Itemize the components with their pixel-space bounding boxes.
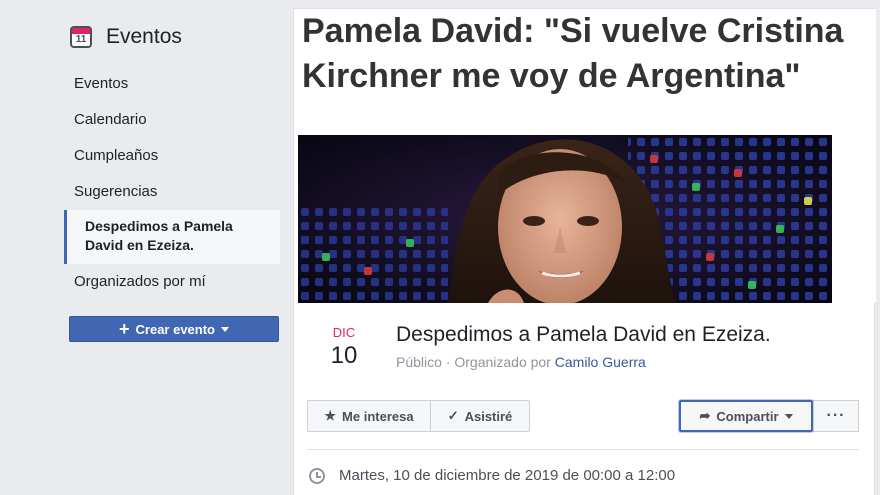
organized-by-label: Organizado por	[454, 354, 551, 370]
share-label: Compartir	[716, 408, 779, 424]
event-datetime-row: Martes, 10 de diciembre de 2019 de 00:00…	[309, 467, 675, 484]
sidebar-item-organizados[interactable]: Organizados por mí	[64, 264, 280, 300]
sidebar-item-cumpleanos[interactable]: Cumpleaños	[64, 138, 280, 174]
sidebar-header: 11 Eventos	[70, 20, 280, 54]
cover-photo-image	[298, 135, 832, 303]
sidebar-title[interactable]: Eventos	[106, 25, 182, 49]
interested-label: Me interesa	[342, 408, 414, 424]
star-icon: ★	[324, 408, 337, 423]
sidebar-item-sugerencias[interactable]: Sugerencias	[64, 174, 280, 210]
chevron-down-icon	[221, 326, 229, 332]
check-icon: ✓	[447, 408, 459, 423]
divider	[307, 449, 859, 450]
event-month: DIC	[332, 325, 356, 340]
cover-photo	[298, 135, 832, 303]
calendar-icon-day: 11	[75, 34, 87, 45]
share-button[interactable]: ➦ Compartir	[679, 400, 813, 432]
interested-button[interactable]: ★ Me interesa	[307, 400, 431, 432]
calendar-icon: 11	[70, 26, 92, 48]
event-privacy: Público	[396, 354, 442, 370]
left-sidebar: 11 Eventos Eventos Calendario Cumpleaños…	[64, 20, 280, 342]
sidebar-item-current-event[interactable]: Despedimos a Pamela David en Ezeiza.	[64, 210, 280, 264]
event-title: Despedimos a Pamela David en Ezeiza.	[396, 323, 771, 346]
organizer-link[interactable]: Camilo Guerra	[555, 354, 646, 370]
more-options-button[interactable]: ···	[813, 400, 859, 432]
sidebar-item-calendario[interactable]: Calendario	[64, 102, 280, 138]
event-meta: Público · Organizado por Camilo Guerra	[396, 354, 646, 370]
going-button[interactable]: ✓ Asistiré	[430, 400, 530, 432]
event-action-bar: ★ Me interesa ✓ Asistiré ➦ Compartir ···	[307, 400, 859, 432]
clock-icon	[309, 467, 325, 484]
sidebar-nav: Eventos Calendario Cumpleaños Sugerencia…	[64, 66, 280, 300]
event-day: 10	[330, 342, 358, 369]
cover-headline: Pamela David: "Si vuelve Cristina Kirchn…	[302, 12, 844, 95]
event-datetime: Martes, 10 de diciembre de 2019 de 00:00…	[339, 467, 676, 484]
event-date-badge: DIC 10	[324, 325, 364, 370]
going-label: Asistiré	[464, 408, 513, 424]
plus-icon: +	[119, 319, 130, 339]
event-info: DIC 10 Despedimos a Pamela David en Ezei…	[294, 303, 874, 403]
sidebar-item-eventos[interactable]: Eventos	[64, 66, 280, 102]
share-arrow-icon: ➦	[699, 408, 711, 423]
event-cover[interactable]: Pamela David: "Si vuelve Cristina Kirchn…	[294, 9, 876, 303]
chevron-down-icon	[784, 413, 793, 419]
create-event-button[interactable]: + Crear evento	[69, 316, 279, 342]
create-event-label: Crear evento	[135, 321, 215, 337]
